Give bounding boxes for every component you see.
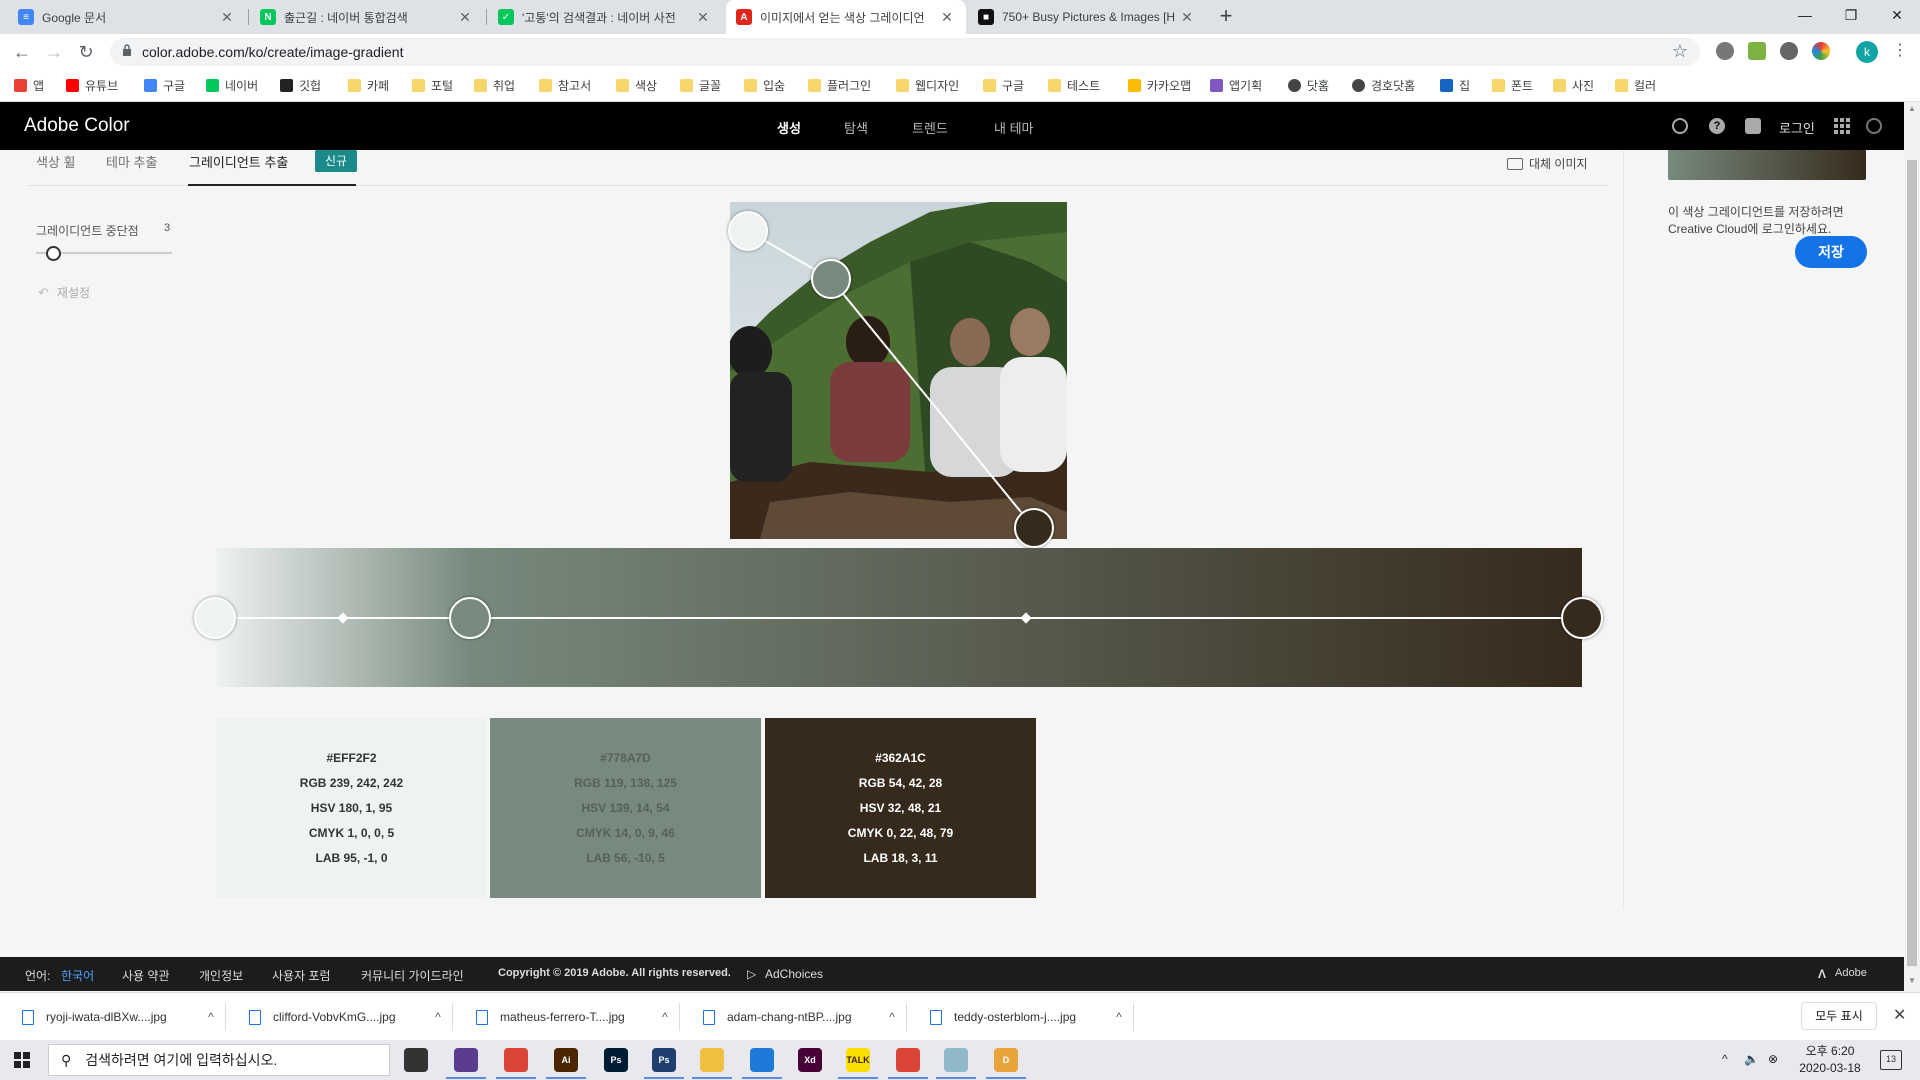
swatch-hex: #EFF2F2: [326, 750, 377, 765]
swatch-hsv: HSV 139, 14, 54: [581, 800, 670, 815]
volume-icon[interactable]: 🔈: [1744, 1052, 1759, 1066]
gradient-stop-track: [216, 617, 1582, 619]
downloads-bar: ryoji-iwata-dlBXw....jpg ^ clifford-Vobv…: [0, 992, 1920, 1040]
swatch-rgb: RGB 239, 242, 242: [299, 775, 404, 790]
running-app-indicator: [496, 1077, 536, 1079]
file-icon: [476, 1009, 488, 1025]
file-icon: [930, 1009, 942, 1025]
photoshop-icon[interactable]: Ps: [604, 1048, 628, 1072]
chevron-up-icon[interactable]: ^: [197, 1010, 225, 1024]
swatch-lab: LAB 18, 3, 11: [863, 850, 938, 865]
scroll-up-icon[interactable]: ▲: [1906, 104, 1918, 116]
running-app-indicator: [546, 1077, 586, 1079]
taskbar-search-placeholder: 검색하려면 여기에 입력하십시오.: [85, 1052, 278, 1068]
running-app-indicator: [888, 1077, 928, 1079]
file-icon: [703, 1009, 715, 1025]
download-filename: clifford-VobvKmG....jpg: [273, 1010, 396, 1024]
copyright: Copyright © 2019 Adobe. All rights reser…: [498, 967, 731, 979]
kakaotalk-icon[interactable]: TALK: [846, 1048, 870, 1072]
running-app-indicator: [644, 1077, 684, 1079]
swatch-rgb: RGB 54, 42, 28: [858, 775, 943, 790]
swatch-cmyk: CMYK 14, 0, 9, 46: [576, 825, 675, 840]
adchoices-icon: ▷: [747, 967, 757, 981]
swatch-card[interactable]: #778A7D RGB 119, 138, 125 HSV 139, 14, 5…: [490, 718, 761, 898]
download-item[interactable]: matheus-ferrero-T....jpg ^: [454, 1003, 680, 1031]
footer-link-forum[interactable]: 사용자 포럼: [272, 967, 331, 984]
gradient-stop-3[interactable]: [1561, 597, 1603, 639]
gradient-stop-2[interactable]: [449, 597, 491, 639]
adchoices-link[interactable]: AdChoices: [765, 967, 823, 981]
running-app-indicator: [936, 1077, 976, 1079]
xd-icon[interactable]: Xd: [798, 1048, 822, 1072]
swatch-lab: LAB 95, -1, 0: [315, 850, 388, 865]
windows-start-icon[interactable]: [14, 1052, 30, 1068]
gradient-path-overlay: [747, 230, 1035, 529]
swatch-hsv: HSV 32, 48, 21: [859, 800, 942, 815]
swatch-card[interactable]: #EFF2F2 RGB 239, 242, 242 HSV 180, 1, 95…: [216, 718, 487, 898]
taskbar-search[interactable]: ⚲ 검색하려면 여기에 입력하십시오.: [48, 1044, 390, 1076]
image-color-handle-3[interactable]: [1014, 508, 1054, 548]
image-color-handle-2[interactable]: [811, 259, 851, 299]
swatch-card[interactable]: #362A1C RGB 54, 42, 28 HSV 32, 48, 21 CM…: [765, 718, 1036, 898]
app-purple-icon[interactable]: [454, 1048, 478, 1072]
windows-taskbar: ⚲ 검색하려면 여기에 입력하십시오. Ai Ps Ps Xd TALK D ^ 🔈 ⊗ …: [0, 1040, 1920, 1080]
download-item[interactable]: clifford-VobvKmG....jpg ^: [227, 1003, 453, 1031]
gradient-stop-1[interactable]: [194, 597, 236, 639]
dreamweaver-icon[interactable]: D: [994, 1048, 1018, 1072]
clock-date: 2020-03-18: [1799, 1061, 1861, 1075]
running-app-indicator: [692, 1077, 732, 1079]
file-icon: [249, 1009, 261, 1025]
app-cyan-icon[interactable]: [944, 1048, 968, 1072]
chevron-up-icon[interactable]: ^: [424, 1010, 452, 1024]
download-item[interactable]: ryoji-iwata-dlBXw....jpg ^: [0, 1003, 226, 1031]
file-icon: [22, 1009, 34, 1025]
download-item[interactable]: adam-chang-ntBP....jpg ^: [681, 1003, 907, 1031]
close-icon[interactable]: ✕: [1893, 1005, 1906, 1025]
running-app-indicator: [742, 1077, 782, 1079]
language-selector[interactable]: 한국어: [61, 967, 94, 984]
download-filename: ryoji-iwata-dlBXw....jpg: [46, 1010, 167, 1024]
footer-link-terms[interactable]: 사용 약관: [122, 967, 170, 984]
scrollbar-thumb[interactable]: [1907, 160, 1917, 966]
download-filename: matheus-ferrero-T....jpg: [500, 1010, 625, 1024]
running-app-indicator: [446, 1077, 486, 1079]
search-icon: ⚲: [61, 1051, 72, 1068]
file-explorer-icon[interactable]: [700, 1048, 724, 1072]
image-color-handle-1[interactable]: [728, 211, 768, 251]
language-label: 언어:: [25, 969, 51, 983]
chevron-up-icon[interactable]: ^: [1105, 1010, 1133, 1024]
swatch-hex: #362A1C: [875, 750, 926, 765]
site-footer: 언어: 한국어 사용 약관 개인정보 사용자 포럼 커뮤니티 가이드라인 Cop…: [0, 957, 1904, 991]
download-filename: teddy-osterblom-j....jpg: [954, 1010, 1077, 1024]
chrome-2-icon[interactable]: [896, 1048, 920, 1072]
system-clock[interactable]: 오후 6:20 2020-03-18: [1790, 1043, 1870, 1077]
footer-link-privacy[interactable]: 개인정보: [199, 967, 243, 984]
network-icon[interactable]: ⊗: [1768, 1052, 1778, 1066]
swatch-lab: LAB 56, -10, 5: [586, 850, 665, 865]
download-filename: adam-chang-ntBP....jpg: [727, 1010, 852, 1024]
show-all-downloads-button[interactable]: 모두 표시: [1801, 1002, 1877, 1030]
tray-chevron-icon[interactable]: ^: [1722, 1052, 1728, 1066]
chrome-icon[interactable]: [504, 1048, 528, 1072]
adobe-footer-logo[interactable]: Adobe: [1835, 967, 1867, 979]
footer-link-guidelines[interactable]: 커뮤니티 가이드라인: [361, 967, 464, 984]
adobe-logo-icon: Λ: [1818, 967, 1827, 981]
swatch-hex: #778A7D: [600, 750, 651, 765]
notification-center-icon[interactable]: 13: [1880, 1050, 1902, 1070]
task-view-icon[interactable]: [404, 1048, 428, 1072]
swatch-cmyk: CMYK 1, 0, 0, 5: [308, 825, 395, 840]
download-item[interactable]: teddy-osterblom-j....jpg ^: [908, 1003, 1134, 1031]
chevron-up-icon[interactable]: ^: [651, 1010, 679, 1024]
swatch-rgb: RGB 119, 138, 125: [574, 775, 677, 790]
running-app-indicator: [838, 1077, 878, 1079]
scroll-down-icon[interactable]: ▼: [1906, 976, 1918, 988]
chevron-up-icon[interactable]: ^: [878, 1010, 906, 1024]
swatch-cmyk: CMYK 0, 22, 48, 79: [847, 825, 954, 840]
illustrator-icon[interactable]: Ai: [554, 1048, 578, 1072]
clock-time: 오후 6:20: [1805, 1044, 1855, 1058]
swatch-hsv: HSV 180, 1, 95: [310, 800, 393, 815]
running-app-indicator: [986, 1077, 1026, 1079]
vscode-icon[interactable]: [750, 1048, 774, 1072]
photoshop-2-icon[interactable]: Ps: [652, 1048, 676, 1072]
